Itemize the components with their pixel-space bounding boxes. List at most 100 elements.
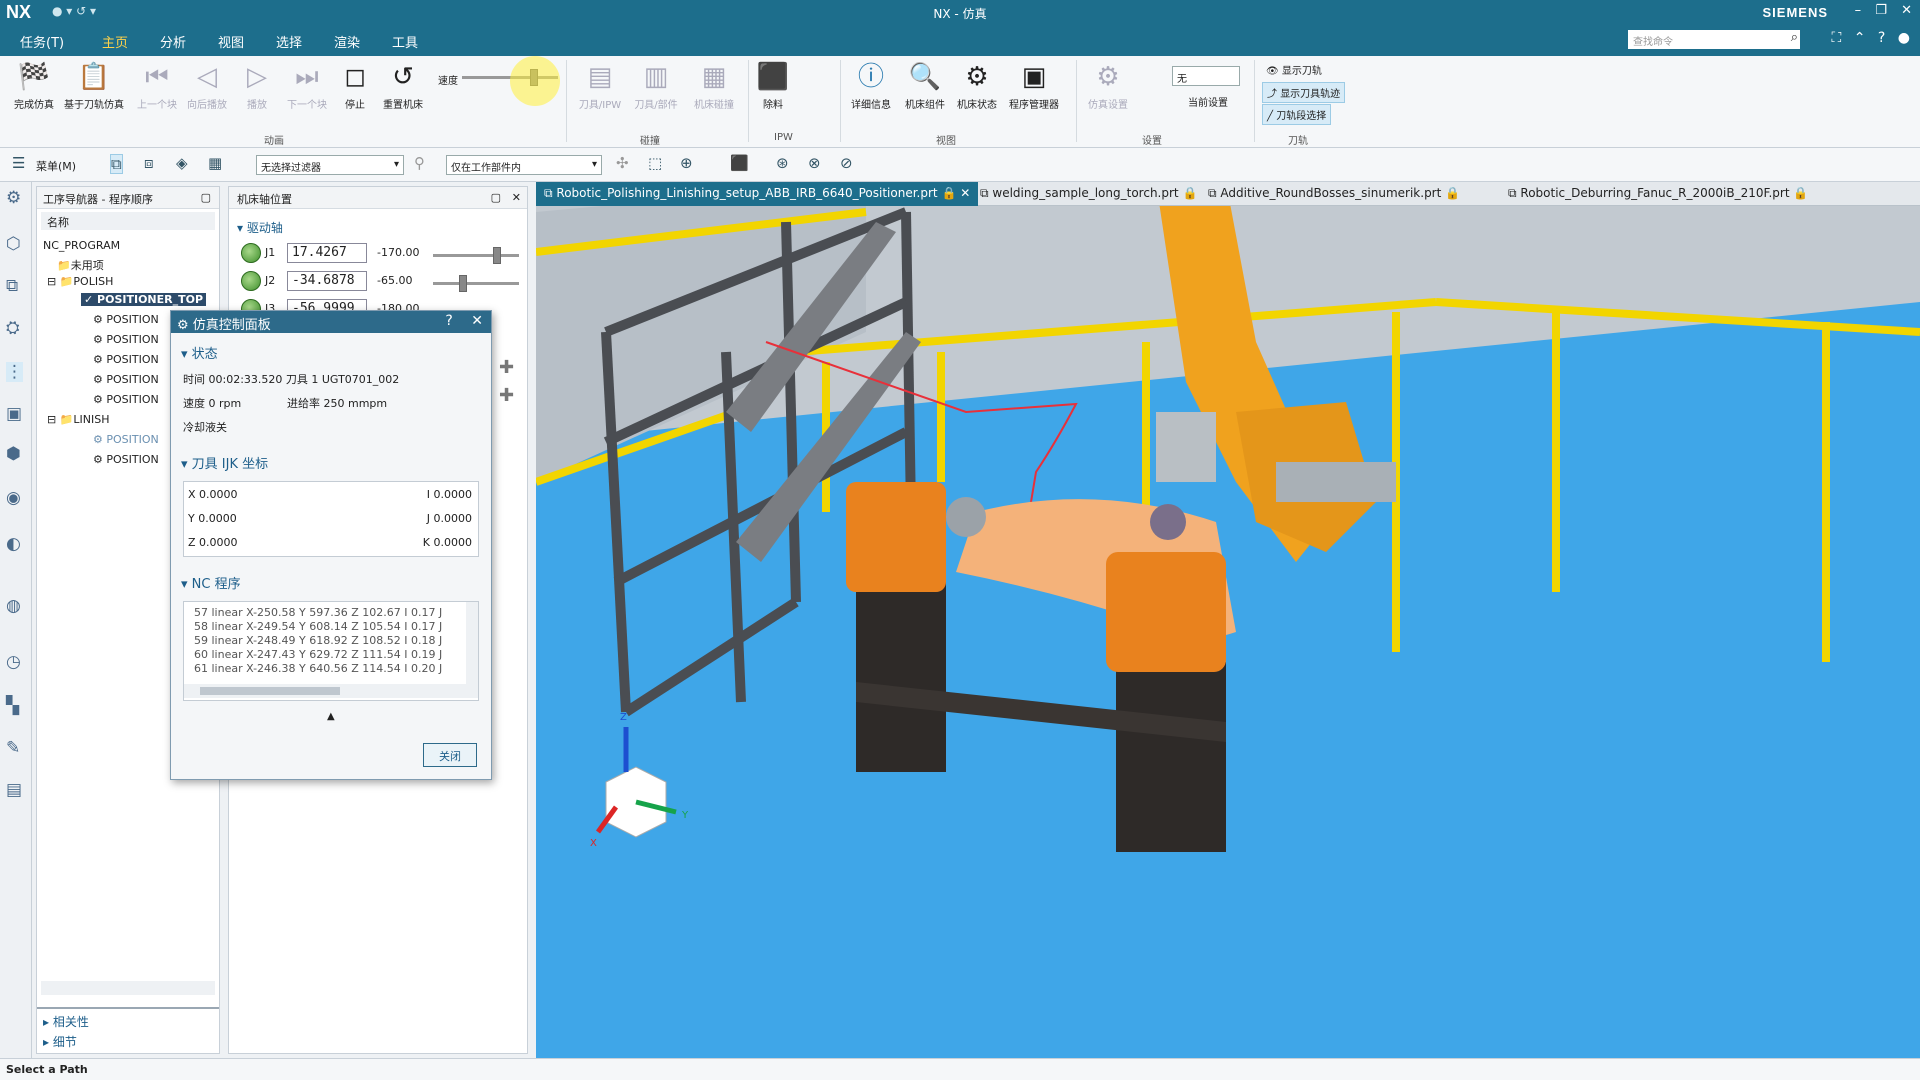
show-toolpath-button[interactable]: 👁 显示刀轨 <box>1262 60 1326 79</box>
history-icon[interactable]: ◐ <box>6 534 21 554</box>
nc-program-list[interactable]: 57 linear X-250.58 Y 597.36 Z 102.67 I 0… <box>183 601 479 701</box>
joint-slider-j1[interactable] <box>433 247 519 264</box>
assembly-navigator-icon[interactable]: ⧉ <box>6 276 18 296</box>
nc-line[interactable]: 61 linear X-246.38 Y 640.56 Z 114.54 I 0… <box>194 662 442 675</box>
finish-simulation-button[interactable]: 🏁 完成仿真 <box>4 60 64 111</box>
previous-block-button[interactable]: ⏮ 上一个块 <box>132 60 182 111</box>
vertical-scrollbar[interactable] <box>466 602 478 684</box>
roles-icon[interactable]: ✎ <box>6 738 20 758</box>
menu-render[interactable]: 渲染 <box>334 32 360 51</box>
nc-program-section[interactable]: ▾ NC 程序 <box>181 573 241 592</box>
collapse-chevron-icon[interactable]: ▲ <box>327 711 335 722</box>
constraint-navigator-icon[interactable]: ⛭ <box>6 318 20 338</box>
program-manager-button[interactable]: ▣ 程序管理器 <box>1002 60 1066 111</box>
tab-deburring-fanuc[interactable]: ⧉ Robotic_Deburring_Fanuc_R_2000iB_210F.… <box>1500 182 1816 206</box>
web-browser-icon[interactable]: ◉ <box>6 488 21 508</box>
horizontal-scrollbar[interactable] <box>184 684 478 698</box>
drive-axes-section[interactable]: ▾ 驱动轴 <box>237 219 283 236</box>
globe-icon[interactable]: ◍ <box>6 596 21 616</box>
tool-ipw-collision-button[interactable]: ▤ 刀具/IPW <box>570 60 630 111</box>
details-button[interactable]: ⓘ 详细信息 <box>842 60 900 111</box>
tree-operation[interactable]: ⚙ POSITION <box>93 393 159 406</box>
name-column-header[interactable]: 名称 <box>41 212 215 230</box>
joint-value-input[interactable]: 17.4267 <box>287 243 367 263</box>
slider-knob[interactable] <box>493 247 502 264</box>
close-icon[interactable]: ✕ <box>512 191 521 204</box>
tree-operation[interactable]: ⚙ POSITION <box>93 453 159 466</box>
remove-material-button[interactable]: ⬛ 除料 <box>748 60 798 111</box>
add-icon[interactable]: ✚ <box>499 385 514 406</box>
toolpath-segment-select-button[interactable]: ╱ 刀轨段选择 <box>1262 104 1332 125</box>
graphics-window[interactable]: Z Y X <box>536 182 1920 1058</box>
selection-scope-combo[interactable]: 仅在工作部件内 ▾ <box>446 155 602 175</box>
mcs-visibility-icon[interactable]: ⊛ <box>776 154 789 172</box>
help-icon[interactable]: ? <box>445 313 452 329</box>
selection-filter-combo[interactable]: 无选择过滤器 ▾ <box>256 155 404 175</box>
operation-navigator-icon[interactable]: ⋮ <box>6 362 23 382</box>
tree-operation[interactable]: ⚙ POSITION <box>93 373 159 386</box>
select-face-icon[interactable]: ▦ <box>208 154 222 172</box>
show-tool-trace-button[interactable]: ⤴ 显示刀具轨迹 <box>1262 82 1346 103</box>
play-backward-button[interactable]: ◁ 向后播放 <box>182 60 232 111</box>
path-visibility-icon[interactable]: ⊘ <box>840 154 853 172</box>
close-icon[interactable]: ✕ <box>960 186 970 200</box>
close-icon[interactable]: ✕ <box>471 313 483 329</box>
next-block-button[interactable]: ⏭ 下一个块 <box>282 60 332 111</box>
select-component-icon[interactable]: ⧈ <box>144 154 154 172</box>
snap-center-icon[interactable]: ⊕ <box>680 154 693 172</box>
nc-line[interactable]: 58 linear X-249.54 Y 608.14 Z 105.54 I 0… <box>194 620 442 633</box>
tree-operation[interactable]: ⚙ POSITION <box>93 333 159 346</box>
tab-polishing-setup[interactable]: ⧉ Robotic_Polishing_Linishing_setup_ABB_… <box>536 182 979 206</box>
maximize-icon[interactable]: ▢ <box>491 191 501 204</box>
dependencies-section[interactable]: ▸ 相关性 <box>37 1007 219 1030</box>
stop-button[interactable]: ◻ 停止 <box>332 60 378 111</box>
filter-funnel-icon[interactable]: ⚲ <box>414 154 425 172</box>
status-section[interactable]: ▾ 状态 <box>181 343 218 362</box>
menu-home[interactable]: 主页 <box>102 32 128 51</box>
tool-ijk-section[interactable]: ▾ 刀具 IJK 坐标 <box>181 453 268 472</box>
menu-icon[interactable]: ☰ <box>12 154 25 172</box>
close-window-button[interactable]: ✕ <box>1901 3 1912 18</box>
nc-line[interactable]: 60 linear X-247.43 Y 629.72 Z 111.54 I 0… <box>194 648 442 661</box>
add-icon[interactable]: ✚ <box>499 357 514 378</box>
maximize-icon[interactable]: ▢ <box>201 191 211 204</box>
tree-group-linish[interactable]: ⊟ 📁LINISH <box>47 413 110 426</box>
menu-tools[interactable]: 工具 <box>392 32 418 51</box>
window-controls[interactable]: – ❐ ✕ <box>1855 3 1912 18</box>
restore-button[interactable]: ❐ <box>1875 3 1887 18</box>
joint-value-input[interactable]: -34.6878 <box>287 271 367 291</box>
details-section[interactable]: ▸ 细节 <box>37 1033 219 1050</box>
menu-analysis[interactable]: 分析 <box>160 32 186 51</box>
menu-select[interactable]: 选择 <box>276 32 302 51</box>
reset-machine-button[interactable]: ↺ 重置机床 <box>376 60 430 111</box>
search-icon[interactable]: ⌕ <box>1791 30 1798 45</box>
horizontal-scrollbar[interactable] <box>41 981 215 995</box>
slider-knob[interactable] <box>458 275 467 292</box>
toolpath-simulation-button[interactable]: 📋 基于刀轨仿真 <box>64 60 124 111</box>
machine-state-button[interactable]: ⚙ 机床状态 <box>948 60 1006 111</box>
view-box-icon[interactable]: ⬛ <box>730 154 749 172</box>
select-body-icon[interactable]: ◈ <box>176 154 188 172</box>
tool-part-collision-button[interactable]: ▥ 刀具/部件 <box>626 60 686 111</box>
tree-operation[interactable]: ✓ POSITIONER_TOP <box>81 293 207 306</box>
minimize-button[interactable]: – <box>1855 3 1862 18</box>
tab-welding-sample[interactable]: ⧉ welding_sample_long_torch.prt 🔒 <box>972 182 1205 206</box>
simulation-scene[interactable]: Z Y X <box>536 182 1920 1058</box>
menu-dropdown[interactable]: 菜单(M) <box>36 158 76 174</box>
tree-root[interactable]: NC_PROGRAM <box>43 239 120 252</box>
joint-slider-j2[interactable] <box>433 275 519 292</box>
ribbon-options-icons[interactable]: ⛶ ⌃ ? ● <box>1831 30 1910 46</box>
tree-group-polish[interactable]: ⊟ 📁POLISH <box>47 275 113 288</box>
machine-navigator-icon[interactable]: ▣ <box>6 404 22 424</box>
machine-collision-button[interactable]: ▦ 机床碰撞 <box>684 60 744 111</box>
report-icon[interactable]: ▤ <box>6 780 22 800</box>
close-dialog-button[interactable]: 关闭 <box>423 743 477 767</box>
settings-gear-icon[interactable]: ⚙ <box>6 188 21 208</box>
tree-unused[interactable]: 📁未用项 <box>57 257 104 273</box>
menu-view[interactable]: 视图 <box>218 32 244 51</box>
menu-task[interactable]: 任务(T) <box>20 32 64 51</box>
tree-operation[interactable]: ⚙ POSITION <box>93 313 159 326</box>
palette-icon[interactable]: ▚ <box>6 696 19 716</box>
select-feature-icon[interactable]: ⧉ <box>110 154 123 174</box>
snap-point-icon[interactable]: ✣ <box>616 154 629 172</box>
